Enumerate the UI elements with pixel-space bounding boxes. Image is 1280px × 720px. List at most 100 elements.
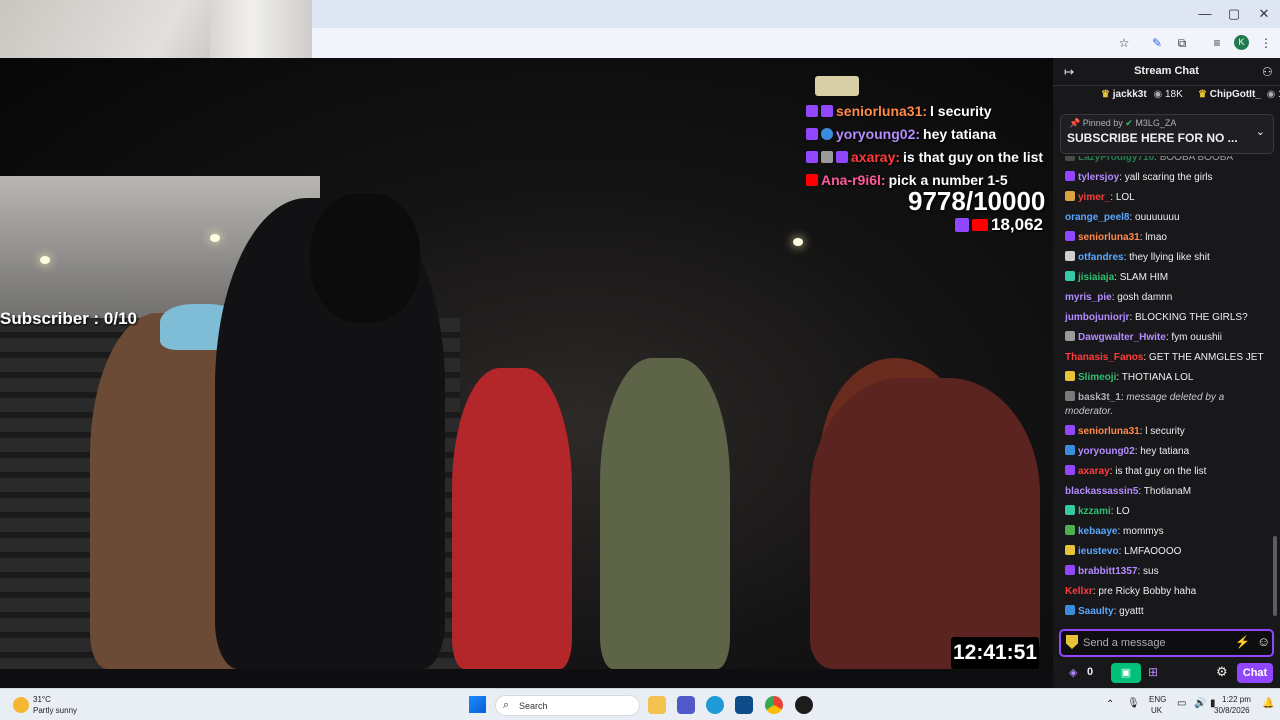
channel-points-count: 0 bbox=[1087, 666, 1094, 678]
taskbar-date[interactable]: 30/8/2026 bbox=[1214, 706, 1250, 715]
store-icon[interactable] bbox=[735, 696, 753, 714]
profile-avatar[interactable]: K bbox=[1234, 35, 1249, 50]
chat-username[interactable]: blackassassin5 bbox=[1065, 486, 1138, 497]
chat-messages[interactable]: LazyProdigy710: BOOBA BOOBA tylersjoy: ya… bbox=[1053, 156, 1271, 626]
person-figure bbox=[810, 378, 1040, 669]
maximize-button[interactable]: ▢ bbox=[1219, 6, 1249, 22]
weather-sun-icon[interactable] bbox=[13, 697, 29, 713]
chat-username[interactable]: Slimeoji bbox=[1078, 372, 1116, 383]
chat-text: BLOCKING THE GIRLS? bbox=[1135, 312, 1248, 323]
chat-message: tylersjoy: yall scaring the girls bbox=[1053, 168, 1271, 188]
chat-message: bask3t_1: message deleted by a moderator… bbox=[1053, 388, 1271, 422]
language-bottom[interactable]: UK bbox=[1151, 706, 1162, 715]
chat-username[interactable]: seniorluna31 bbox=[1078, 426, 1140, 437]
subscriber-goal: Subscriber : 0/10 bbox=[0, 309, 138, 328]
chat-text: THOTIANA LOL bbox=[1121, 372, 1194, 383]
minimize-button[interactable]: — bbox=[1190, 6, 1220, 21]
chat-bottom-bar: ◈ 0 ▣ ⊞ ⚙ Chat bbox=[1053, 660, 1280, 686]
claim-bonus-button[interactable]: ▣ bbox=[1111, 663, 1141, 683]
leaderboard-item[interactable]: ♛ jackk3t ◉ 18K bbox=[1101, 89, 1183, 100]
address-bar[interactable] bbox=[312, 28, 1280, 58]
user-badge-icon bbox=[1065, 271, 1075, 281]
chat-username[interactable]: yimer_ bbox=[1078, 192, 1110, 203]
chat-scrollbar[interactable] bbox=[1273, 536, 1277, 616]
chat-header: ↦ Stream Chat ⚇ bbox=[1053, 58, 1280, 86]
community-icon[interactable]: ⚇ bbox=[1262, 65, 1273, 79]
chat-username[interactable]: ieustevo bbox=[1078, 546, 1119, 557]
extensions-puzzle-icon[interactable]: ⧉ bbox=[1174, 35, 1190, 51]
chat-message-input[interactable] bbox=[1083, 635, 1233, 651]
chat-username[interactable]: jisiaiaja bbox=[1078, 272, 1114, 283]
chat-text: GET THE ANMGLES JET bbox=[1148, 352, 1264, 363]
edge-icon[interactable] bbox=[706, 696, 724, 714]
chat-username[interactable]: kebaaye bbox=[1078, 526, 1117, 537]
leaderboard-name: jackk3t bbox=[1112, 89, 1147, 100]
chat-username[interactable]: Dawgwalter_Hwite bbox=[1078, 332, 1166, 343]
emote-picker-icon[interactable]: ☺ bbox=[1257, 634, 1270, 649]
taskbar-time[interactable]: 1:22 pm bbox=[1222, 695, 1251, 704]
bookmark-star-icon[interactable]: ☆ bbox=[1116, 35, 1132, 51]
chrome-icon[interactable] bbox=[765, 696, 783, 714]
chat-username[interactable]: LazyProdigy710 bbox=[1078, 156, 1154, 163]
channel-points-icon[interactable]: ◈ bbox=[1069, 666, 1077, 679]
volume-icon[interactable]: 🔊 bbox=[1194, 698, 1206, 709]
taskbar-search[interactable]: ⌕ Search bbox=[495, 695, 640, 716]
chat-username[interactable]: brabbitt1357 bbox=[1078, 566, 1137, 577]
bits-icon[interactable]: ⚡ bbox=[1235, 635, 1250, 649]
viewer-count-value: 18,062 bbox=[991, 215, 1043, 234]
chat-username[interactable]: axaray bbox=[1078, 466, 1110, 477]
chat-send-button[interactable]: Chat bbox=[1237, 663, 1273, 683]
sub-badge-icon bbox=[821, 104, 833, 117]
close-window-button[interactable]: ✕ bbox=[1249, 6, 1279, 22]
chat-username[interactable]: otfandres bbox=[1078, 252, 1124, 263]
chat-input-box[interactable]: ⚡ ☺ bbox=[1059, 629, 1274, 657]
chat-username[interactable]: jumbojuniorjr bbox=[1065, 312, 1129, 323]
extension-pen-icon[interactable]: ✎ bbox=[1149, 35, 1165, 51]
chat-username[interactable]: seniorluna31 bbox=[1078, 232, 1140, 243]
chat-username[interactable]: yoryoung02 bbox=[1078, 446, 1135, 457]
chat-username[interactable]: Thanasis_Fanos bbox=[1065, 352, 1143, 363]
chat-message: yimer_: LOL bbox=[1053, 188, 1271, 208]
settings-gear-icon[interactable]: ⚙ bbox=[1216, 664, 1228, 680]
chat-message: LazyProdigy710: BOOBA BOOBA bbox=[1053, 156, 1271, 168]
overlay-chat-line: yoryoung02: hey tatiana bbox=[806, 122, 1043, 145]
network-icon[interactable]: ▭ bbox=[1177, 698, 1186, 709]
taskbar-search-label: Search bbox=[519, 701, 548, 711]
leaderboard-item[interactable]: ♛ ChipGotIt_ ◉ 14 bbox=[1198, 89, 1280, 100]
chat-username[interactable]: kzzami bbox=[1078, 506, 1111, 517]
overlay-chat-line: axaray: is that guy on the list bbox=[806, 145, 1043, 168]
chevron-up-icon[interactable]: ⌃ bbox=[1106, 699, 1114, 710]
chat-message: axaray: is that guy on the list bbox=[1053, 462, 1271, 482]
tab-strip bbox=[312, 0, 1280, 28]
youtube-icon bbox=[972, 219, 988, 231]
weather-desc[interactable]: Partly sunny bbox=[33, 706, 77, 715]
gift-icon[interactable]: ⊞ bbox=[1148, 665, 1158, 679]
app-icon[interactable] bbox=[795, 696, 813, 714]
teams-icon[interactable] bbox=[677, 696, 695, 714]
overlay-chat-user: axaray: bbox=[851, 148, 901, 165]
weather-temp[interactable]: 31°C bbox=[33, 695, 51, 704]
notifications-icon[interactable]: 🔔 bbox=[1262, 698, 1274, 709]
user-badge-icon bbox=[1065, 445, 1075, 455]
chat-username[interactable]: bask3t_1 bbox=[1078, 392, 1121, 403]
user-badge-icon bbox=[1065, 505, 1075, 515]
chevron-down-icon[interactable]: ⌄ bbox=[1256, 125, 1265, 138]
file-explorer-icon[interactable] bbox=[648, 696, 666, 714]
menu-kebab-icon[interactable]: ⋮ bbox=[1258, 35, 1274, 51]
windows-start-icon[interactable] bbox=[469, 696, 486, 713]
chat-username[interactable]: Kellxr bbox=[1065, 586, 1093, 597]
chat-message: myris_pie: gosh damnn bbox=[1053, 288, 1271, 308]
chat-username[interactable]: Saaulty bbox=[1078, 606, 1114, 617]
chat-username[interactable]: tylersjoy bbox=[1078, 172, 1119, 183]
pinned-message[interactable]: 📌 Pinned by ✔ M3LG_ZA SUBSCRIBE HERE FOR… bbox=[1060, 114, 1274, 154]
twitch-icon bbox=[806, 150, 818, 163]
shield-badge-icon[interactable] bbox=[1066, 635, 1078, 649]
microphone-icon[interactable]: 🎙 bbox=[1127, 698, 1140, 709]
media-queue-icon[interactable]: ≡ bbox=[1209, 35, 1225, 51]
chat-username[interactable]: myris_pie bbox=[1065, 292, 1112, 303]
overlay-chat: seniorluna31: l security yoryoung02: hey… bbox=[806, 99, 1043, 191]
chat-text: LO bbox=[1116, 506, 1130, 517]
chat-username[interactable]: orange_peel8 bbox=[1065, 212, 1129, 223]
user-badge-icon bbox=[1065, 231, 1075, 241]
language-top[interactable]: ENG bbox=[1149, 695, 1166, 704]
